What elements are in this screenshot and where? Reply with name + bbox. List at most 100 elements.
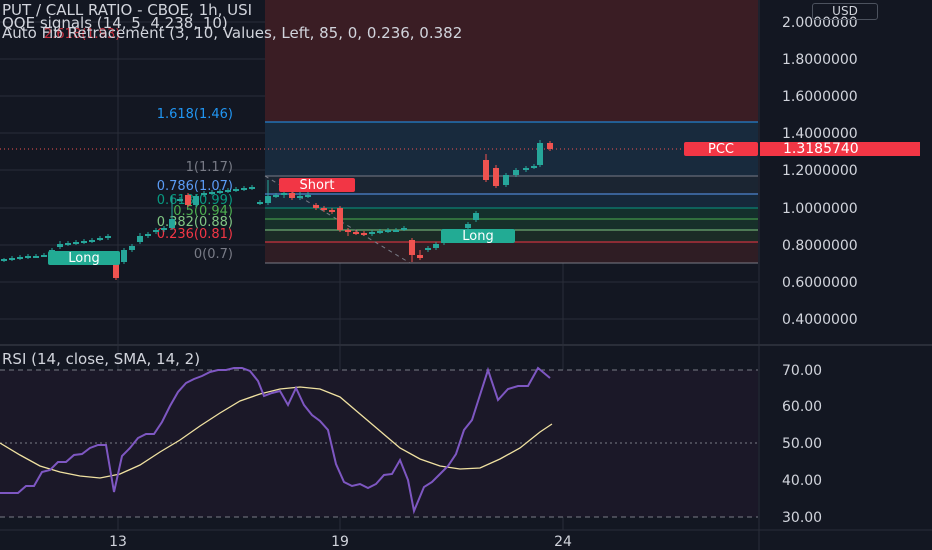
candle-body xyxy=(425,248,431,250)
candle-body xyxy=(361,233,367,235)
candle-body xyxy=(177,199,183,201)
price-label: 1.0000000 xyxy=(782,201,858,217)
candle-body xyxy=(233,189,239,191)
candle-body xyxy=(17,257,23,259)
candle-body xyxy=(329,210,335,212)
rsi-pane[interactable] xyxy=(0,366,758,518)
rsi-axis-label: 30.00 xyxy=(782,510,822,526)
candle-body xyxy=(265,196,271,203)
price-axis[interactable]: 2.0000000 1.8000000 1.6000000 1.4000000 … xyxy=(782,15,858,328)
candle-body xyxy=(153,230,159,232)
fib-zone-2618 xyxy=(265,0,758,122)
time-label: 19 xyxy=(331,534,349,550)
rsi-axis-label: 60.00 xyxy=(782,399,822,415)
candle-body xyxy=(201,193,207,195)
candle-body xyxy=(97,238,103,240)
candle-body xyxy=(73,242,79,244)
candle-body xyxy=(409,240,415,255)
candle-body xyxy=(129,246,135,250)
candle-body xyxy=(513,170,519,175)
candle-body xyxy=(353,232,359,234)
price-label: 1.6000000 xyxy=(782,89,858,105)
candle-body xyxy=(531,166,537,168)
signal-short-text: Short xyxy=(300,178,335,193)
candle-body xyxy=(241,188,247,190)
candle-body xyxy=(401,228,407,230)
candle-body xyxy=(249,187,255,189)
candle-body xyxy=(493,168,499,186)
rsi-axis-label: 40.00 xyxy=(782,473,822,489)
candle-body xyxy=(345,230,351,232)
fib-label-0: 0(0.7) xyxy=(194,247,233,262)
candle-body xyxy=(41,255,47,257)
rsi-axis-label: 50.00 xyxy=(782,436,822,452)
rsi-band xyxy=(0,370,758,517)
pcc-tag: PCC xyxy=(684,142,758,157)
candle-body xyxy=(145,234,151,236)
candle-body xyxy=(297,196,303,198)
current-price-value: 1.3185740 xyxy=(783,141,859,157)
rsi-axis[interactable]: 70.00 60.00 50.00 40.00 30.00 xyxy=(782,363,822,526)
fib-labels: 1.618(1.46) 1(1.17) 0.786(1.07) 0.618(0.… xyxy=(157,107,233,262)
chart-canvas[interactable]: 1.618(1.46) 1(1.17) 0.786(1.07) 0.618(0.… xyxy=(0,0,932,550)
signal-long-right[interactable]: Long xyxy=(441,229,515,244)
candle-body xyxy=(483,160,489,180)
candle-body xyxy=(193,196,199,205)
candle-body xyxy=(369,232,375,234)
candle-body xyxy=(273,195,279,197)
candle-body xyxy=(537,143,543,165)
candle-body xyxy=(337,208,343,230)
rsi-title[interactable]: RSI (14, close, SMA, 14, 2) xyxy=(2,350,200,368)
price-label: 1.4000000 xyxy=(782,126,858,142)
candle-body xyxy=(1,259,7,261)
candle-body xyxy=(81,241,87,243)
candle-body xyxy=(523,168,529,170)
fib-label-1: 1(1.17) xyxy=(186,160,233,175)
candle-body xyxy=(473,213,479,220)
fib-zone-0236 xyxy=(265,242,758,263)
fib-legend[interactable]: Auto Fib Retracement (3, 10, Values, Lef… xyxy=(2,26,462,41)
fib-label-0236: 0.236(0.81) xyxy=(157,227,233,242)
pcc-tag-text: PCC xyxy=(708,142,734,157)
candle-body xyxy=(377,231,383,233)
candle-body xyxy=(33,256,39,258)
candle-body xyxy=(25,256,31,258)
candle-body xyxy=(281,193,287,195)
candle-body xyxy=(547,143,553,149)
time-label: 13 xyxy=(109,534,127,550)
candle-body xyxy=(169,219,175,228)
signal-long-left-text: Long xyxy=(68,251,99,266)
signal-short[interactable]: Short xyxy=(279,178,355,193)
currency-selector[interactable]: USD xyxy=(812,3,878,20)
candle-body xyxy=(321,208,327,210)
candle-body xyxy=(313,205,319,208)
candle-body xyxy=(465,224,471,228)
price-label: 1.2000000 xyxy=(782,163,858,179)
time-axis[interactable]: 13 19 24 xyxy=(109,534,572,550)
price-label: 0.6000000 xyxy=(782,275,858,291)
candle-body xyxy=(57,244,63,247)
candle-body xyxy=(305,195,311,197)
fib-label-1618: 1.618(1.46) xyxy=(157,107,233,122)
candle-body xyxy=(89,240,95,242)
candle-body xyxy=(225,190,231,192)
time-label: 24 xyxy=(554,534,572,550)
rsi-axis-label: 70.00 xyxy=(782,363,822,379)
signal-long-right-text: Long xyxy=(462,229,493,244)
candle-body xyxy=(209,192,215,194)
candle-body xyxy=(289,193,295,198)
candle-body xyxy=(137,236,143,242)
candle-body xyxy=(433,244,439,248)
fib-zone-0786 xyxy=(265,194,758,208)
candle-body xyxy=(65,243,71,245)
candle-body xyxy=(503,175,509,185)
candle-body xyxy=(393,230,399,232)
price-label: 0.8000000 xyxy=(782,238,858,254)
candle-body xyxy=(217,191,223,193)
signal-long-left[interactable]: Long xyxy=(48,251,120,266)
candle-body xyxy=(185,195,191,205)
candle-body xyxy=(9,258,15,260)
current-price-badge: 1.3185740 xyxy=(760,141,920,157)
candle-body xyxy=(417,255,423,258)
price-label: 1.8000000 xyxy=(782,52,858,68)
